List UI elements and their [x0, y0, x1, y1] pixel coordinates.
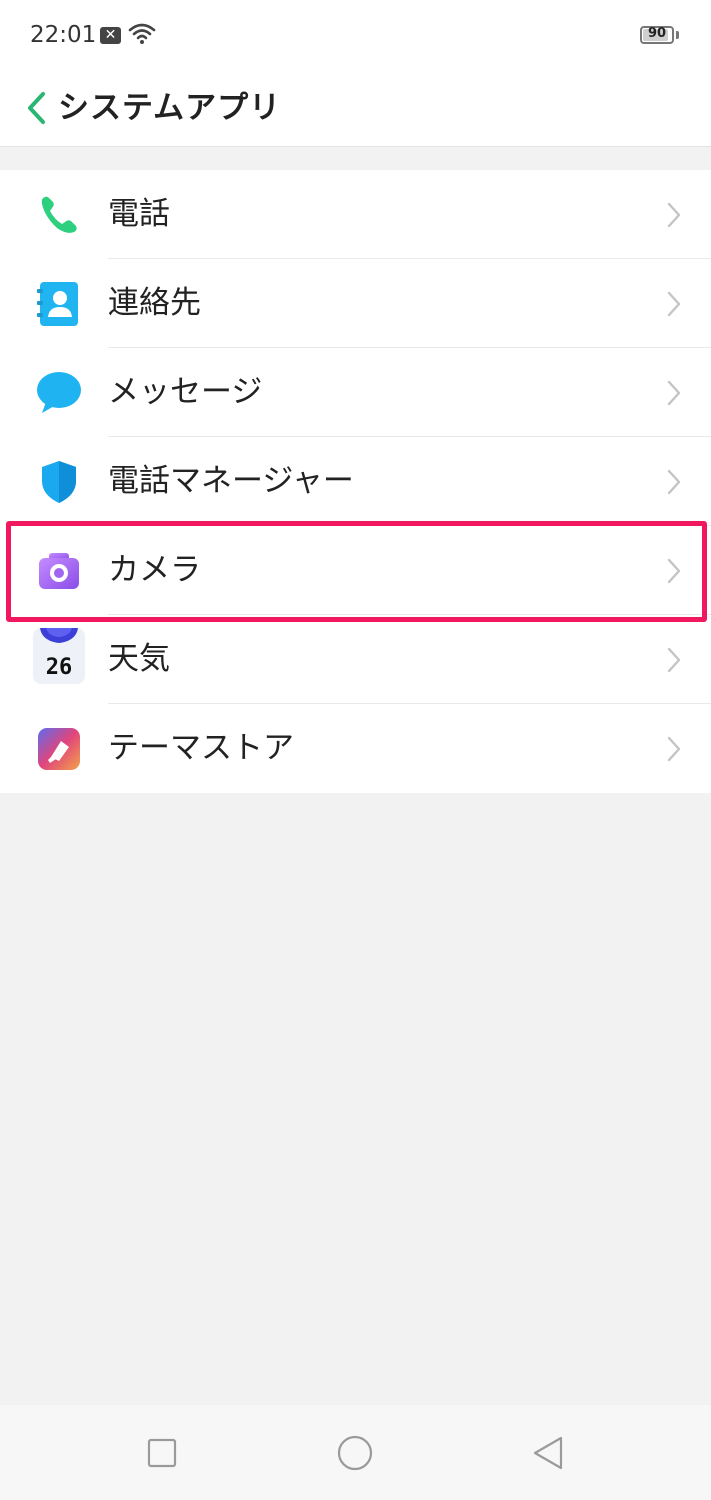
chevron-right-icon — [667, 469, 681, 499]
recent-apps-button[interactable] — [142, 1433, 182, 1473]
weather-icon: 26 — [32, 627, 86, 685]
battery-tip — [676, 31, 679, 39]
camera-icon — [36, 548, 82, 594]
wifi-icon — [128, 23, 156, 49]
app-label: カメラ — [108, 552, 201, 588]
battery-icon: 90 — [640, 26, 674, 44]
square-icon — [147, 1438, 177, 1468]
app-label: 連絡先 — [108, 285, 201, 321]
app-label: メッセージ — [108, 374, 263, 410]
list-item-weather[interactable]: 26 天気 — [0, 615, 711, 704]
status-bar: 22:01 ✕ 90 — [0, 0, 711, 70]
list-item-phone[interactable]: 電話 — [0, 170, 711, 259]
chevron-right-icon — [667, 291, 681, 321]
list-item-contacts[interactable]: 連絡先 — [0, 259, 711, 348]
list-item-messages[interactable]: メッセージ — [0, 348, 711, 437]
list-item-theme-store[interactable]: テーマストア — [0, 704, 711, 793]
list-item-phone-manager[interactable]: 電話マネージャー — [0, 437, 711, 526]
x-box-icon: ✕ — [100, 27, 121, 44]
app-label: 電話 — [108, 196, 170, 232]
home-button[interactable] — [335, 1433, 375, 1473]
theme-store-icon — [36, 726, 82, 772]
chevron-right-icon — [667, 558, 681, 588]
weather-icon-text: 26 — [46, 655, 73, 680]
battery-level: 90 — [647, 26, 667, 41]
app-label: 天気 — [108, 641, 170, 677]
page-title: システムアプリ — [58, 90, 282, 126]
chevron-right-icon — [667, 736, 681, 766]
shield-icon — [36, 459, 82, 505]
chevron-right-icon — [667, 647, 681, 677]
contacts-icon — [36, 281, 82, 327]
nav-back-button[interactable] — [528, 1433, 568, 1473]
chevron-right-icon — [667, 202, 681, 232]
list-item-camera[interactable]: カメラ — [0, 526, 711, 615]
chevron-left-icon — [28, 92, 45, 124]
status-time: 22:01 — [30, 22, 97, 48]
app-label: 電話マネージャー — [108, 463, 354, 499]
chevron-right-icon — [667, 380, 681, 410]
phone-icon — [36, 192, 82, 238]
navigation-bar — [0, 1405, 711, 1500]
system-app-list: 電話 連絡先 メッセージ 電話マネージャー カメラ 26 天気 テーマストア — [0, 170, 711, 793]
circle-icon — [337, 1435, 373, 1471]
app-label: テーマストア — [108, 730, 294, 766]
header: システムアプリ — [0, 70, 711, 147]
triangle-left-icon — [533, 1436, 563, 1470]
back-button[interactable] — [14, 80, 58, 136]
message-bubble-icon — [36, 370, 82, 416]
